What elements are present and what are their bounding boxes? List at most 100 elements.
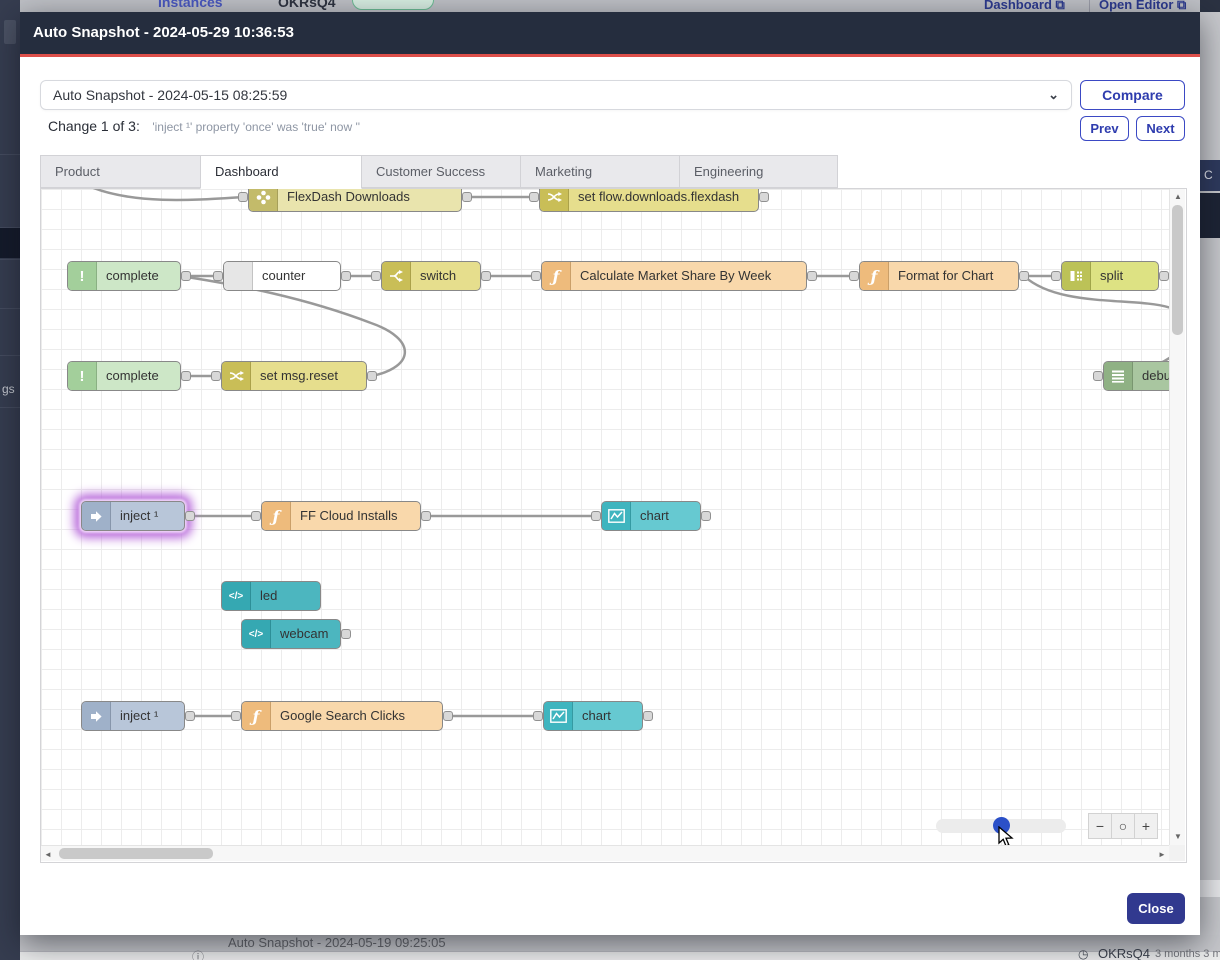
node-port[interactable]: [643, 711, 653, 721]
inject-icon: [82, 702, 111, 730]
zoom-in-button[interactable]: +: [1134, 813, 1158, 839]
close-button[interactable]: Close: [1127, 893, 1185, 924]
node-port[interactable]: [367, 371, 377, 381]
flow-wire: [91, 189, 243, 200]
node-label: switch: [411, 262, 480, 290]
instances-link[interactable]: Instances: [158, 0, 223, 10]
horizontal-scrollbar[interactable]: ◄ ►: [41, 845, 1169, 861]
node-port[interactable]: [531, 271, 541, 281]
node-port[interactable]: [849, 271, 859, 281]
scroll-up-icon[interactable]: ▲: [1174, 192, 1182, 202]
node-port[interactable]: [341, 271, 351, 281]
zoom-reset-button[interactable]: ○: [1111, 813, 1135, 839]
node-port[interactable]: [533, 711, 543, 721]
node-port[interactable]: [1051, 271, 1061, 281]
node-port[interactable]: [421, 511, 431, 521]
snapshot-list-item: Auto Snapshot - 2024-05-19 09:25:05: [228, 935, 446, 950]
node-port[interactable]: [213, 271, 223, 281]
node-port[interactable]: [181, 271, 191, 281]
zoom-out-button[interactable]: −: [1088, 813, 1112, 839]
node-port[interactable]: [701, 511, 711, 521]
node-port[interactable]: [185, 711, 195, 721]
flow-node-setflow[interactable]: set flow.downloads.flexdash: [539, 189, 759, 212]
flow-node-inject1[interactable]: inject ¹: [81, 501, 185, 531]
snapshot-age-text: 3 months 3 months A: [1155, 948, 1220, 960]
scroll-right-icon[interactable]: ►: [1158, 850, 1166, 860]
tab-dashboard[interactable]: Dashboard: [200, 155, 362, 189]
flow-node-inject2[interactable]: inject ¹: [81, 701, 185, 731]
snapshot-select[interactable]: Auto Snapshot - 2024-05-15 08:25:59 ⌄: [40, 80, 1072, 110]
horizontal-scrollbar-thumb[interactable]: [59, 848, 213, 859]
node-port[interactable]: [1093, 371, 1103, 381]
tab-marketing[interactable]: Marketing: [520, 155, 680, 188]
background-sidebar: gs: [0, 0, 20, 960]
node-port[interactable]: [238, 192, 248, 202]
flow-node-setreset[interactable]: set msg.reset: [221, 361, 367, 391]
tab-customer-success[interactable]: Customer Success: [361, 155, 521, 188]
right-edge-button-partial[interactable]: C: [1200, 160, 1220, 191]
tab-engineering[interactable]: Engineering: [679, 155, 838, 188]
flow-node-ffcloud[interactable]: ƒFF Cloud Installs: [261, 501, 421, 531]
vertical-scrollbar[interactable]: ▲ ▼: [1169, 189, 1185, 845]
node-port[interactable]: [759, 192, 769, 202]
flow-node-led[interactable]: </>led: [221, 581, 321, 611]
flow-node-flexdash[interactable]: FlexDash Downloads: [248, 189, 462, 212]
node-label: counter: [253, 262, 340, 290]
flow-node-calc[interactable]: ƒCalculate Market Share By Week: [541, 261, 807, 291]
flow-node-complete2[interactable]: !complete: [67, 361, 181, 391]
flow-node-split[interactable]: split: [1061, 261, 1159, 291]
compare-button[interactable]: Compare: [1080, 80, 1185, 110]
tab-product[interactable]: Product: [40, 155, 201, 188]
complete-icon: !: [68, 262, 97, 290]
node-port[interactable]: [231, 711, 241, 721]
node-port[interactable]: [211, 371, 221, 381]
prev-change-button[interactable]: Prev: [1080, 116, 1129, 141]
flow-node-debug[interactable]: debug: [1103, 361, 1169, 391]
node-port[interactable]: [181, 371, 191, 381]
scroll-left-icon[interactable]: ◄: [44, 850, 52, 860]
sidebar-item-label-partial: gs: [2, 382, 15, 396]
node-label: led: [251, 582, 320, 610]
template-icon: </>: [222, 582, 251, 610]
node-port[interactable]: [1159, 271, 1169, 281]
node-label: webcam: [271, 620, 340, 648]
flow-node-format[interactable]: ƒFormat for Chart: [859, 261, 1019, 291]
flow-node-switch[interactable]: switch: [381, 261, 481, 291]
next-change-button[interactable]: Next: [1136, 116, 1185, 141]
sidebar-logo: [4, 20, 16, 44]
node-port[interactable]: [807, 271, 817, 281]
node-port[interactable]: [462, 192, 472, 202]
node-port[interactable]: [371, 271, 381, 281]
node-label: debug: [1133, 362, 1169, 390]
scrollbar-corner: [1169, 845, 1185, 861]
node-port[interactable]: [185, 511, 195, 521]
scroll-down-icon[interactable]: ▼: [1174, 832, 1182, 842]
change-icon: [540, 189, 569, 211]
flow-node-complete1[interactable]: !complete: [67, 261, 181, 291]
flow-node-webcam[interactable]: </>webcam: [241, 619, 341, 649]
node-label: split: [1091, 262, 1158, 290]
dashboard-button[interactable]: Dashboard ⧉: [984, 0, 1065, 12]
flow-node-chart2[interactable]: chart: [543, 701, 643, 731]
node-port[interactable]: [529, 192, 539, 202]
node-port[interactable]: [443, 711, 453, 721]
flow-node-chart1[interactable]: chart: [601, 501, 701, 531]
node-port[interactable]: [1019, 271, 1029, 281]
background-bottom-strip: Auto Snapshot - 2024-05-19 09:25:05 ⓘ ◷ …: [20, 935, 1220, 960]
node-label: chart: [573, 702, 642, 730]
node-port[interactable]: [341, 629, 351, 639]
vertical-scrollbar-thumb[interactable]: [1172, 205, 1183, 335]
flow-canvas[interactable]: − ○ + FlexDash Downloads set flow.downloa…: [41, 189, 1169, 845]
node-port[interactable]: [481, 271, 491, 281]
open-editor-button[interactable]: Open Editor ⧉: [1099, 0, 1186, 12]
info-icon: ⓘ: [192, 948, 204, 960]
flow-node-google[interactable]: ƒGoogle Search Clicks: [241, 701, 443, 731]
node-port[interactable]: [251, 511, 261, 521]
chart-icon: [602, 502, 631, 530]
node-label: inject ¹: [111, 702, 184, 730]
complete-icon: !: [68, 362, 97, 390]
flow-node-counter[interactable]: counter: [223, 261, 341, 291]
node-port[interactable]: [591, 511, 601, 521]
node-label: complete: [97, 362, 180, 390]
node-label: chart: [631, 502, 700, 530]
